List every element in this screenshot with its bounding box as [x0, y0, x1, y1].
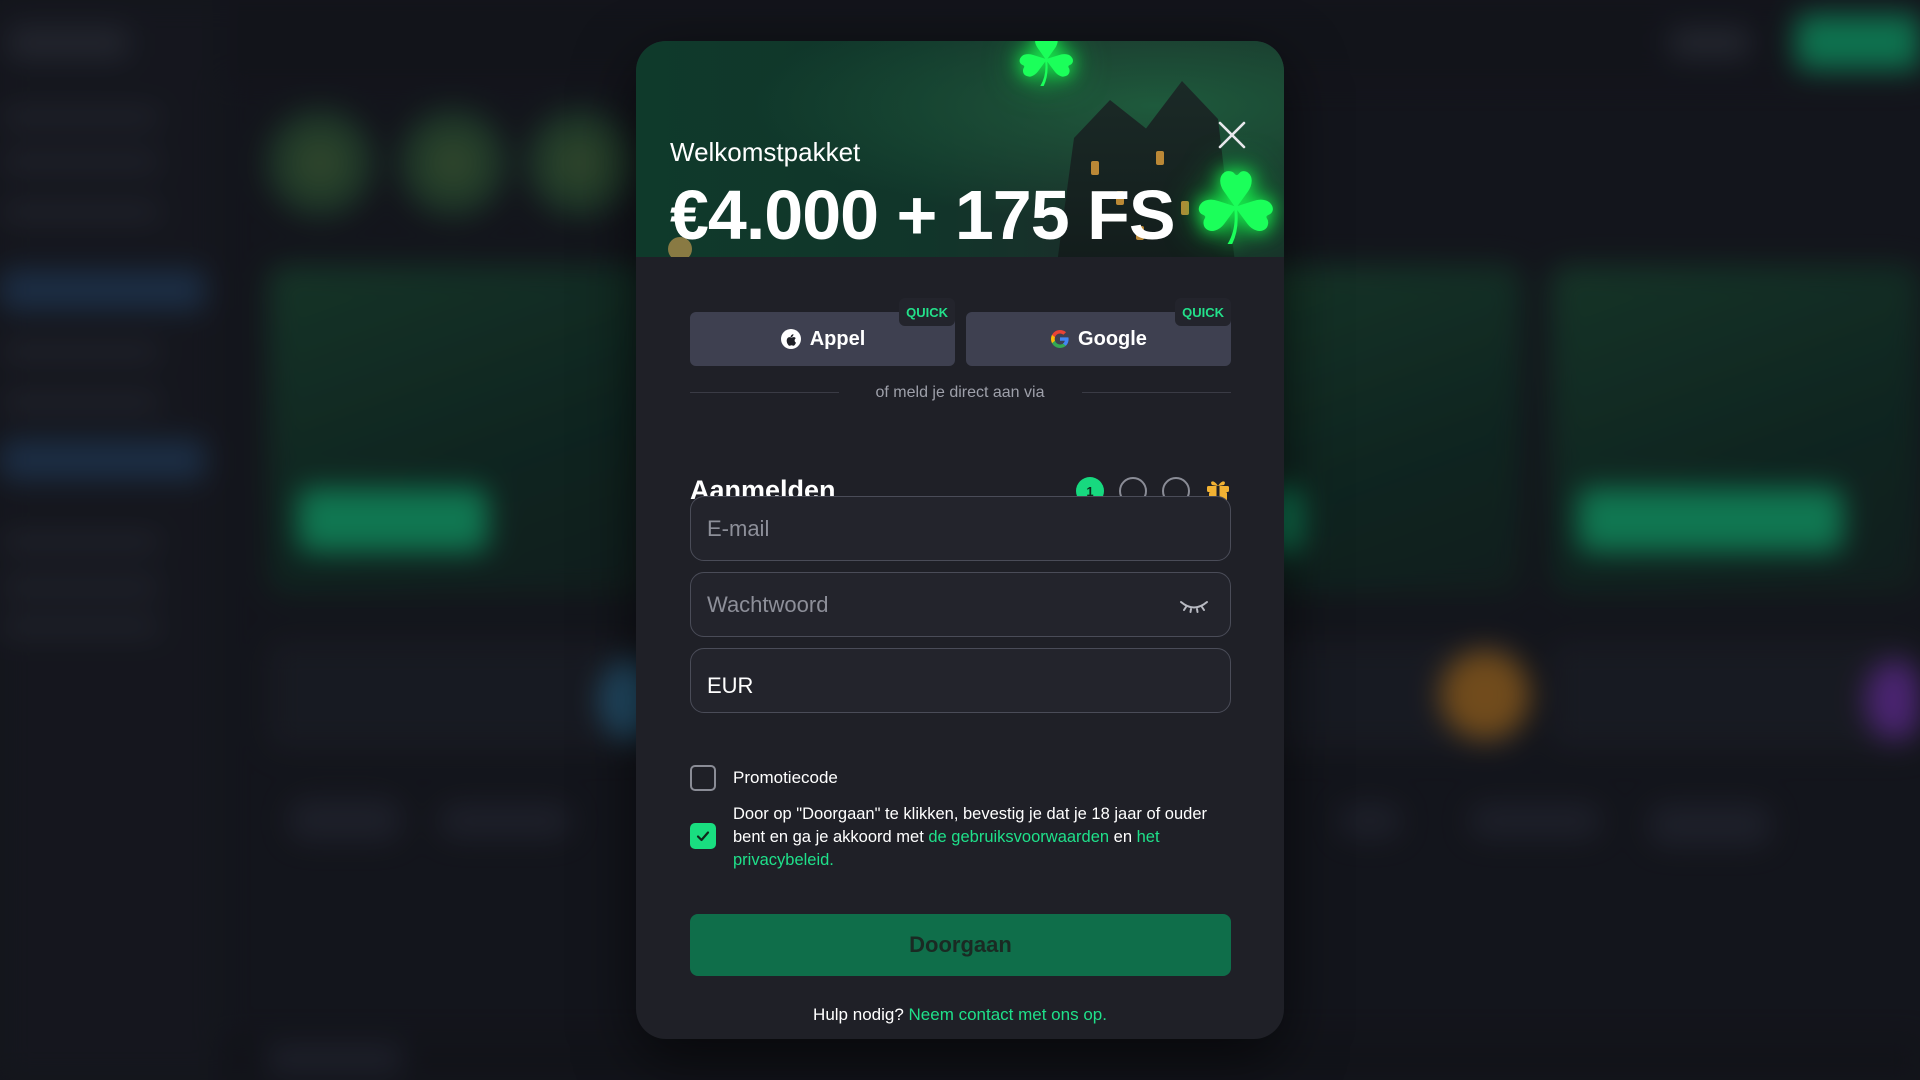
- welcome-package-label: Welkomstpakket: [670, 137, 861, 167]
- promo-code-label[interactable]: Promotiecode: [733, 768, 838, 788]
- apple-signin-button[interactable]: Appel QUICK: [690, 298, 955, 366]
- continue-button[interactable]: Doorgaan: [690, 914, 1231, 976]
- signup-modal: ☘ ☘ Welkomstpakket €4.000 + 175 FS Appel…: [636, 41, 1284, 1039]
- google-signin-label: Google: [1078, 327, 1147, 350]
- terms-text: Door op "Doorgaan" te klikken, bevestig …: [733, 803, 1243, 872]
- password-field[interactable]: [690, 572, 1231, 637]
- clover-icon: ☘: [1191, 151, 1281, 257]
- apple-icon: [780, 329, 801, 349]
- clover-icon: ☘: [1014, 41, 1079, 103]
- hero-banner: ☘ ☘ Welkomstpakket €4.000 + 175 FS: [636, 41, 1284, 257]
- email-input[interactable]: [707, 515, 1167, 542]
- terms-of-use-link[interactable]: de gebruiksvoorwaarden: [928, 828, 1109, 846]
- google-signin-button[interactable]: Google QUICK: [966, 298, 1231, 366]
- close-icon: [1218, 121, 1246, 149]
- divider-line: [1082, 392, 1231, 393]
- password-input[interactable]: [707, 591, 1167, 618]
- apple-signin-label: Appel: [809, 327, 866, 350]
- help-label: Hulp nodig?: [813, 1005, 909, 1024]
- promo-code-checkbox[interactable]: [690, 765, 716, 791]
- google-icon: [1051, 330, 1069, 348]
- terms-checkbox[interactable]: [690, 823, 716, 849]
- hero-window: [1181, 201, 1189, 215]
- email-field[interactable]: [690, 496, 1231, 561]
- close-button[interactable]: [1208, 111, 1256, 159]
- contact-link[interactable]: Neem contact met ons op.: [909, 1005, 1107, 1024]
- hero-window: [1091, 161, 1099, 175]
- currency-select[interactable]: EUR: [690, 648, 1231, 713]
- terms-text-part: en: [1109, 828, 1137, 846]
- currency-value: EUR: [707, 673, 754, 698]
- check-icon: [696, 831, 710, 842]
- divider-text: of meld je direct aan via: [875, 384, 1045, 401]
- quick-badge: QUICK: [899, 298, 955, 326]
- hero-window: [1156, 151, 1164, 165]
- quick-badge: QUICK: [1175, 298, 1231, 326]
- eye-closed-icon[interactable]: [1178, 593, 1210, 617]
- help-text: Hulp nodig? Neem contact met ons op.: [636, 1005, 1284, 1025]
- bonus-amount: €4.000 + 175 FS: [670, 176, 1176, 254]
